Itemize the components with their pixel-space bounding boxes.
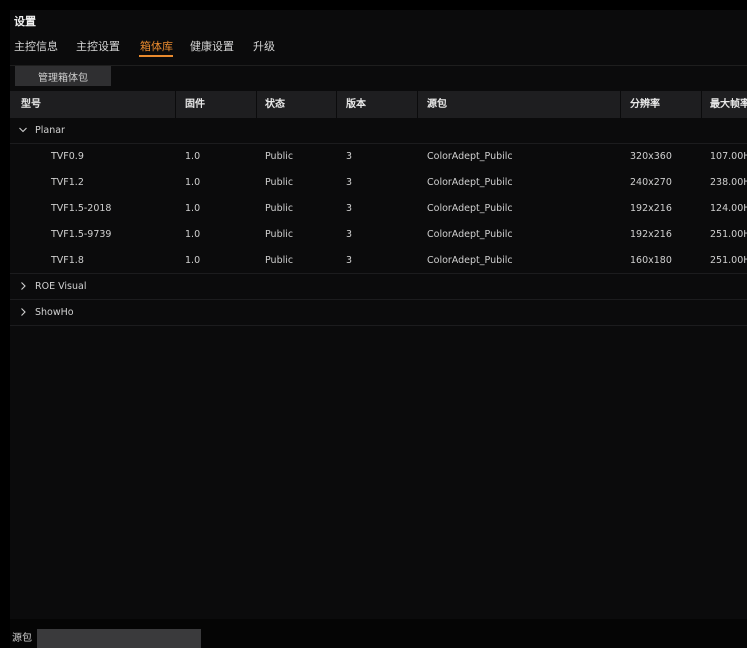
cell-model: TVF1.5-2018 [51,203,112,214]
cell-model: TVF1.5-9739 [51,229,112,240]
cell-version: 3 [346,177,353,188]
cell-firmware: 1.0 [185,177,201,188]
cell-max-framerate: 107.00Hz [710,151,747,162]
cell-version: 3 [346,203,353,214]
settings-window: 设置 主控信息 主控设置 箱体库 健康设置 升级 管理箱体包 型号 固件 状态 … [10,10,747,648]
cell-resolution: 192x216 [630,203,672,214]
cabinet-table: 型号 固件 状态 版本 源包 分辨率 最大帧率 Planar TVF0.9 1.… [10,91,747,326]
cell-firmware: 1.0 [185,229,201,240]
tab-controller-info[interactable]: 主控信息 [14,38,58,54]
group-label: Planar [35,125,65,136]
cell-status: Public [265,229,294,240]
cell-firmware: 1.0 [185,203,201,214]
chevron-right-icon[interactable] [19,308,27,316]
tab-upgrade[interactable]: 升级 [253,38,275,54]
cell-status: Public [265,151,294,162]
active-tab-indicator [139,55,173,57]
cell-max-framerate: 251.00Hz [710,255,747,266]
tab-bar: 主控信息 主控设置 箱体库 健康设置 升级 [10,34,747,66]
cell-resolution: 160x180 [630,255,672,266]
manage-cabinet-package-button[interactable]: 管理箱体包 [15,66,111,86]
cell-max-framerate: 238.00Hz [710,177,747,188]
cell-version: 3 [346,229,353,240]
tab-health-settings[interactable]: 健康设置 [190,38,234,54]
column-divider[interactable] [417,91,418,118]
window-title: 设置 [14,15,36,28]
group-row-roe-visual[interactable]: ROE Visual [10,274,747,300]
table-row[interactable]: TVF1.5-9739 1.0 Public 3 ColorAdept_Pubi… [10,222,747,248]
column-header-firmware[interactable]: 固件 [185,91,205,118]
cell-resolution: 320x360 [630,151,672,162]
table-row[interactable]: TVF0.9 1.0 Public 3 ColorAdept_Pubilc 32… [10,144,747,170]
cell-firmware: 1.0 [185,255,201,266]
column-header-model[interactable]: 型号 [21,91,41,118]
column-divider[interactable] [701,91,702,118]
cell-max-framerate: 251.00Hz [710,229,747,240]
group-row-planar[interactable]: Planar [10,118,747,144]
cell-status: Public [265,177,294,188]
cell-model: TVF1.8 [51,255,84,266]
tab-controller-settings[interactable]: 主控设置 [76,38,120,54]
chevron-right-icon[interactable] [19,282,27,290]
cell-firmware: 1.0 [185,151,201,162]
column-header-source-package[interactable]: 源包 [427,91,447,118]
cell-version: 3 [346,151,353,162]
cell-source-package: ColorAdept_Pubilc [427,151,513,162]
cell-status: Public [265,203,294,214]
footer-bar: 源包 [10,619,747,648]
cell-version: 3 [346,255,353,266]
cell-source-package: ColorAdept_Pubilc [427,177,513,188]
chevron-down-icon[interactable] [19,126,27,134]
group-label: ShowHo [35,307,74,318]
cell-model: TVF1.2 [51,177,84,188]
column-header-version[interactable]: 版本 [346,91,366,118]
source-package-label: 源包 [12,633,32,644]
cell-model: TVF0.9 [51,151,84,162]
column-divider[interactable] [175,91,176,118]
column-divider[interactable] [620,91,621,118]
source-package-input[interactable] [37,629,201,648]
column-header-max-framerate[interactable]: 最大帧率 [710,91,747,118]
cell-resolution: 192x216 [630,229,672,240]
column-divider[interactable] [336,91,337,118]
column-header-resolution[interactable]: 分辨率 [630,91,660,118]
cell-resolution: 240x270 [630,177,672,188]
table-header: 型号 固件 状态 版本 源包 分辨率 最大帧率 [10,91,747,118]
table-row[interactable]: TVF1.2 1.0 Public 3 ColorAdept_Pubilc 24… [10,170,747,196]
column-divider[interactable] [256,91,257,118]
group-label: ROE Visual [35,281,87,292]
tab-cabinet-library[interactable]: 箱体库 [140,38,173,54]
cell-source-package: ColorAdept_Pubilc [427,229,513,240]
table-row[interactable]: TVF1.8 1.0 Public 3 ColorAdept_Pubilc 16… [10,248,747,274]
column-header-status[interactable]: 状态 [265,91,285,118]
cell-status: Public [265,255,294,266]
cell-source-package: ColorAdept_Pubilc [427,203,513,214]
group-row-showho[interactable]: ShowHo [10,300,747,326]
cell-max-framerate: 124.00Hz [710,203,747,214]
table-row[interactable]: TVF1.5-2018 1.0 Public 3 ColorAdept_Pubi… [10,196,747,222]
cell-source-package: ColorAdept_Pubilc [427,255,513,266]
